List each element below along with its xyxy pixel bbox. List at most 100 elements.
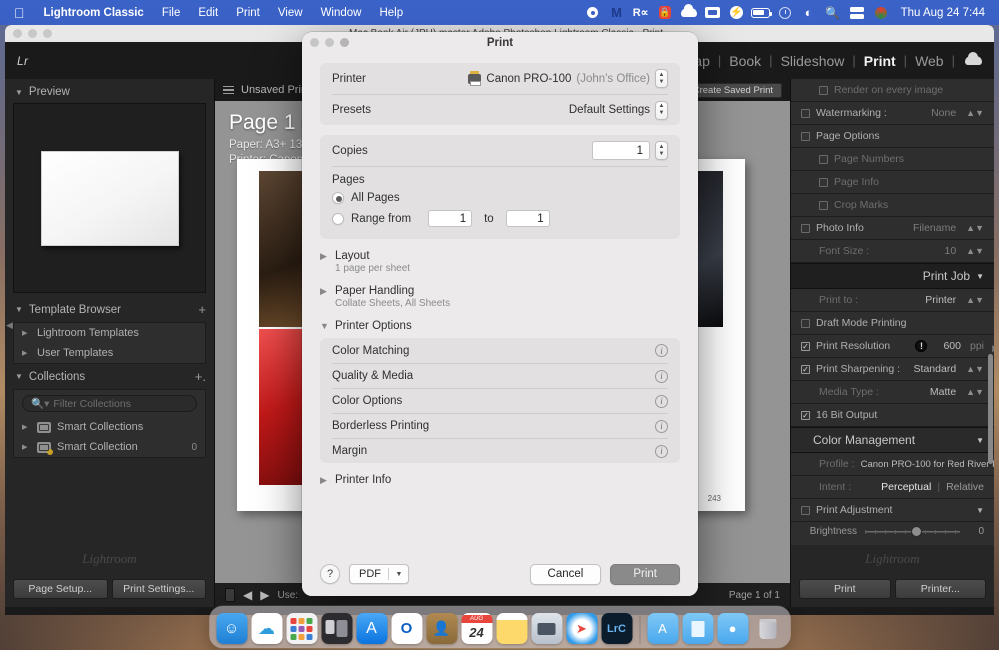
watermarking-row[interactable]: Watermarking : None ▲▼	[791, 102, 994, 125]
outlook-icon[interactable]: O	[391, 613, 422, 644]
watermarking-value[interactable]: None	[931, 107, 956, 119]
malwarebytes-icon[interactable]: M	[605, 0, 629, 25]
cloud-icon[interactable]	[677, 0, 701, 25]
time-machine-icon[interactable]	[773, 0, 797, 25]
window-zoom-button[interactable]	[43, 29, 52, 38]
printer-value-group[interactable]: Canon PRO-100 (John's Office) ▲▼	[468, 69, 668, 88]
copies-value-group[interactable]: 1 ▲▼	[592, 141, 668, 160]
info-icon[interactable]: i	[655, 344, 668, 357]
documents-folder-icon[interactable]	[682, 613, 713, 644]
copies-stepper[interactable]: ▲▼	[655, 141, 668, 160]
menubar-item-print[interactable]: Print	[227, 7, 269, 19]
range-from-input[interactable]: 1	[428, 210, 472, 227]
intent-row[interactable]: Intent : Perceptual | Relative	[791, 476, 994, 499]
filter-menu-icon[interactable]	[223, 86, 234, 95]
info-icon[interactable]: i	[655, 370, 668, 383]
onedrive-icon[interactable]: ☁	[251, 613, 282, 644]
window-minimize-button[interactable]	[28, 29, 37, 38]
print-adjustment-row[interactable]: Print Adjustment ▼	[791, 499, 994, 522]
intent-perceptual[interactable]: Perceptual	[881, 481, 931, 493]
print-job-header[interactable]: Print Job ▼	[791, 263, 994, 289]
lock-red-icon[interactable]: 🔒	[653, 0, 677, 25]
stepper-icon[interactable]: ▲▼	[966, 223, 984, 233]
window-close-button[interactable]	[13, 29, 22, 38]
calendar-icon[interactable]: AUG 24	[461, 613, 492, 644]
color-management-header[interactable]: Color Management ▼	[791, 427, 994, 453]
checkbox[interactable]	[819, 155, 828, 164]
list-item[interactable]: ▶ Smart Collections	[14, 417, 205, 437]
media-type-value[interactable]: Matte	[930, 386, 956, 398]
spotlight-search-icon[interactable]: 🔍	[821, 0, 845, 25]
info-icon[interactable]: i	[655, 420, 668, 433]
module-book[interactable]: Book	[721, 53, 769, 69]
option-color-options[interactable]: Color Options i	[332, 388, 668, 413]
info-icon[interactable]: i	[655, 445, 668, 458]
checkbox[interactable]	[801, 224, 810, 233]
option-quality-media[interactable]: Quality & Media i	[332, 363, 668, 388]
printer-options-header[interactable]: ▼ Printer Options	[320, 309, 680, 332]
checkbox[interactable]	[801, 109, 810, 118]
cancel-button[interactable]: Cancel	[530, 564, 602, 585]
checkbox[interactable]	[819, 201, 828, 210]
checkbox[interactable]	[819, 86, 828, 95]
stepper-icon[interactable]: ▲▼	[966, 246, 984, 256]
print-resolution-row[interactable]: ✓ Print Resolution ! 600 ppi	[791, 335, 994, 358]
launchpad-icon[interactable]	[286, 613, 317, 644]
finder-icon[interactable]: ☺	[216, 613, 247, 644]
safari-icon[interactable]: ➤	[566, 613, 597, 644]
warning-icon[interactable]: !	[915, 340, 927, 352]
template-browser-header[interactable]: ▼ Template Browser +	[5, 297, 214, 322]
option-color-matching[interactable]: Color Matching i	[332, 338, 668, 363]
media-type-row[interactable]: Media Type : Matte ▲▼	[791, 381, 994, 404]
printer-info-header[interactable]: ▶ Printer Info	[320, 463, 680, 486]
profile-value[interactable]: Canon PRO-100 for Red River Pal...	[861, 459, 994, 470]
module-slideshow[interactable]: Slideshow	[773, 53, 853, 69]
menubar-item-help[interactable]: Help	[370, 7, 412, 19]
layout-header[interactable]: ▶ Layout	[320, 239, 680, 262]
checkbox[interactable]	[801, 132, 810, 141]
flash-icon[interactable]: ⚡	[725, 0, 749, 25]
print-sharpening-row[interactable]: ✓ Print Sharpening : Standard ▲▼	[791, 358, 994, 381]
stepper-icon[interactable]: ▲▼	[966, 108, 984, 118]
filter-collections-input[interactable]: 🔍▾ Filter Collections	[22, 395, 197, 412]
trash-icon[interactable]	[752, 613, 783, 644]
page-numbers-row[interactable]: Page Numbers	[791, 148, 994, 171]
downloads-folder-icon[interactable]: ●	[717, 613, 748, 644]
right-panel-collapse-icon[interactable]: ▶	[992, 343, 994, 354]
page-info-row[interactable]: Page Info	[791, 171, 994, 194]
preview-panel-header[interactable]: ▼ Preview	[5, 81, 214, 103]
notes-icon[interactable]	[496, 613, 527, 644]
collections-header[interactable]: ▼ Collections +.	[5, 364, 214, 389]
option-borderless-printing[interactable]: Borderless Printing i	[332, 413, 668, 438]
paper-handling-header[interactable]: ▶ Paper Handling	[320, 274, 680, 297]
battery-icon[interactable]	[749, 0, 773, 25]
layout-disclosure[interactable]: ▶ Layout 1 page per sheet	[320, 239, 680, 274]
checkbox[interactable]	[819, 178, 828, 187]
bit-output-row[interactable]: ✓ 16 Bit Output	[791, 404, 994, 427]
left-panel-collapse-icon[interactable]: ◀	[6, 320, 13, 331]
paper-handling-disclosure[interactable]: ▶ Paper Handling Collate Sheets, All She…	[320, 274, 680, 309]
page-setup-button[interactable]: Page Setup...	[13, 579, 108, 599]
help-button[interactable]: ?	[320, 564, 340, 584]
print-button[interactable]: Print	[799, 579, 891, 599]
brightness-slider-row[interactable]: Brightness 0	[791, 522, 994, 541]
list-item[interactable]: ▶ Smart Collection 0	[14, 437, 205, 457]
apple-menu-icon[interactable]: 	[8, 6, 35, 20]
app-store-icon[interactable]: A	[356, 613, 387, 644]
checkbox[interactable]	[801, 319, 810, 328]
stepper-icon[interactable]: ▲▼	[966, 364, 984, 374]
range-option[interactable]: Range from 1 to 1	[332, 207, 668, 230]
all-pages-option[interactable]: All Pages	[332, 189, 668, 207]
checkbox[interactable]	[801, 506, 810, 515]
stepper-icon[interactable]: ▲▼	[655, 101, 668, 120]
menubar-item-file[interactable]: File	[153, 7, 190, 19]
presets-value-group[interactable]: Default Settings ▲▼	[569, 101, 668, 120]
option-margin[interactable]: Margin i	[332, 438, 668, 463]
photo-info-row[interactable]: Photo Info Filename ▲▼	[791, 217, 994, 240]
create-saved-print-button[interactable]: Create Saved Print	[684, 83, 782, 98]
lightroom-classic-icon[interactable]: LrC	[601, 613, 632, 644]
menubar-item-window[interactable]: Window	[312, 7, 371, 19]
page-options-row[interactable]: Page Options	[791, 125, 994, 148]
applications-folder-icon[interactable]: A	[647, 613, 678, 644]
right-panel-scrollbar[interactable]	[988, 354, 993, 464]
